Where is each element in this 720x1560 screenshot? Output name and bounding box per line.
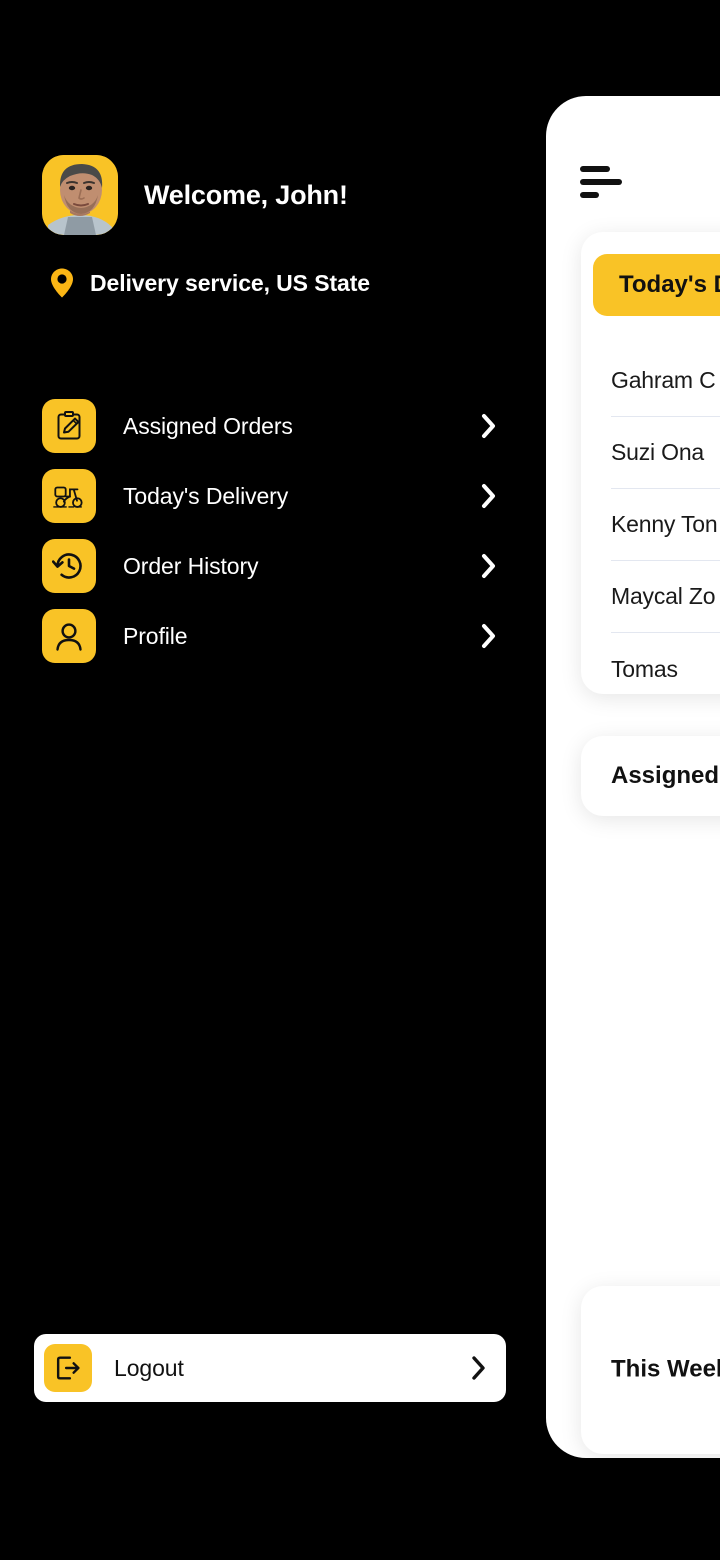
- profile-header: Welcome, John!: [42, 155, 348, 235]
- main-content-panel: Today's D Gahram C Suzi Ona Kenny Ton Ma…: [546, 96, 720, 1458]
- delivery-customer-name: Suzi Ona: [611, 439, 705, 465]
- drawer-menu-list: Assigned Orders Today's Delivery Order H…: [42, 391, 514, 671]
- sidebar-item-assigned-orders[interactable]: Assigned Orders: [42, 391, 514, 461]
- hamburger-menu-icon[interactable]: [580, 166, 622, 205]
- welcome-title: Welcome, John!: [144, 179, 348, 210]
- map-pin-icon: [50, 268, 74, 298]
- sidebar-item-label: Assigned Orders: [123, 412, 293, 439]
- card-title: This Week Deliveries: [611, 1355, 720, 1383]
- todays-delivery-card: Today's D Gahram C Suzi Ona Kenny Ton Ma…: [581, 232, 720, 694]
- scooter-delivery-icon: [42, 469, 96, 523]
- logout-button[interactable]: Logout: [34, 1334, 506, 1402]
- card-title: Assigned: [611, 762, 720, 789]
- hamburger-line-1: [580, 166, 610, 172]
- person-icon: [42, 609, 96, 663]
- list-item[interactable]: Maycal Zo: [611, 561, 720, 633]
- chevron-right-icon: [480, 623, 498, 649]
- list-item[interactable]: Kenny Ton: [611, 489, 720, 561]
- hamburger-line-3: [580, 192, 599, 198]
- card-title: Today's D: [619, 271, 720, 298]
- sidebar-item-label: Today's Delivery: [123, 482, 289, 509]
- delivery-customer-name: Maycal Zo: [611, 583, 716, 609]
- sidebar-item-order-history[interactable]: Order History: [42, 531, 514, 601]
- avatar[interactable]: [42, 155, 118, 235]
- chevron-right-icon: [480, 553, 498, 579]
- chevron-right-icon: [480, 483, 498, 509]
- delivery-customer-name: Tomas: [611, 655, 678, 682]
- sidebar-item-todays-delivery[interactable]: Today's Delivery: [42, 461, 514, 531]
- list-item[interactable]: Tomas: [611, 633, 720, 705]
- delivery-customer-name: Kenny Ton: [611, 511, 718, 537]
- logout-label: Logout: [114, 1354, 184, 1381]
- sidebar-item-label: Profile: [123, 622, 188, 649]
- location-label: Delivery service, US State: [90, 269, 370, 296]
- navigation-drawer: Welcome, John! Delivery service, US Stat…: [0, 0, 546, 1560]
- chevron-right-icon: [470, 1355, 488, 1381]
- list-item[interactable]: Suzi Ona: [611, 417, 720, 489]
- clipboard-pencil-icon: [42, 399, 96, 453]
- sidebar-item-profile[interactable]: Profile: [42, 601, 514, 671]
- delivery-list: Gahram C Suzi Ona Kenny Ton Maycal Zo To…: [611, 345, 720, 705]
- todays-delivery-header: Today's D: [593, 254, 720, 316]
- this-week-deliveries-card[interactable]: This Week Deliveries: [581, 1286, 720, 1454]
- chevron-right-icon: [480, 413, 498, 439]
- list-item[interactable]: Gahram C: [611, 345, 720, 417]
- sidebar-item-label: Order History: [123, 552, 259, 579]
- location-row: Delivery service, US State: [50, 268, 370, 298]
- logout-arrow-icon: [44, 1344, 92, 1392]
- delivery-customer-name: Gahram C: [611, 367, 716, 393]
- assigned-orders-card[interactable]: Assigned: [581, 736, 720, 816]
- hamburger-line-2: [580, 179, 622, 185]
- app-root: Welcome, John! Delivery service, US Stat…: [0, 0, 720, 1560]
- clock-history-icon: [42, 539, 96, 593]
